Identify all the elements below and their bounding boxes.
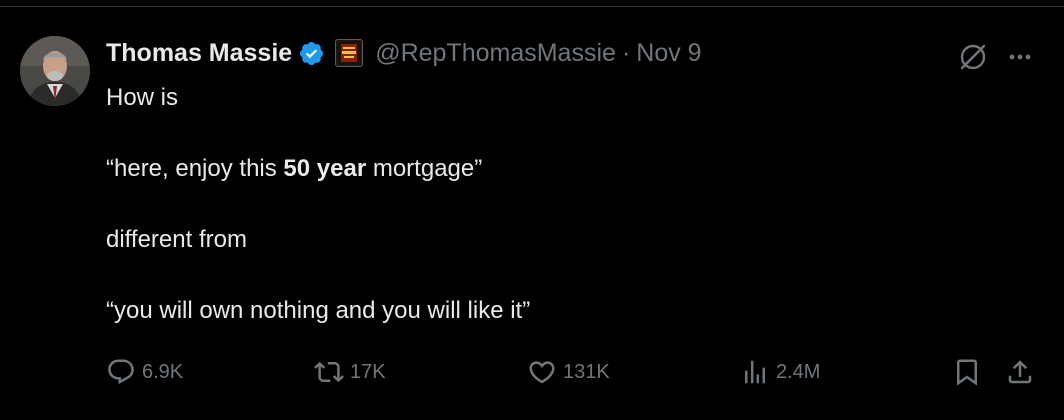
tweet-line-2-bold: 50 year (283, 155, 367, 182)
repost-icon (314, 361, 344, 383)
tweet[interactable]: Thomas Massie @RepThomasMassie · Nov 9 H… (0, 0, 1064, 420)
reply-count: 6.9K (142, 360, 184, 383)
bookmark-icon (957, 359, 977, 386)
like-count: 131K (563, 360, 610, 383)
heart-icon (529, 361, 555, 384)
reply-button[interactable]: 6.9K (106, 350, 183, 394)
bookmark-button[interactable] (952, 350, 988, 394)
affiliate-badge-icon[interactable] (335, 39, 364, 67)
reply-icon (108, 359, 134, 385)
tweet-text: How is “here, enjoy this 50 year mortgag… (106, 80, 1006, 364)
views-icon (745, 360, 765, 384)
more-icon[interactable] (1003, 40, 1037, 74)
share-icon (1008, 360, 1032, 384)
views-button[interactable]: 2.4M (740, 350, 820, 394)
tweet-date[interactable]: Nov 9 (636, 39, 701, 68)
avatar[interactable] (20, 36, 90, 106)
tweet-line-2-prefix: “here, enjoy this (106, 155, 284, 182)
tweet-line-2-suffix: mortgage” (366, 155, 483, 182)
tweet-header: Thomas Massie @RepThomasMassie · Nov 9 (106, 34, 702, 72)
share-button[interactable] (1005, 350, 1041, 394)
handle[interactable]: @RepThomasMassie (375, 39, 616, 68)
tweet-line-4: “you will own nothing and you will like … (106, 297, 531, 324)
tweet-line-3: different from (106, 226, 247, 253)
like-button[interactable]: 131K (527, 350, 610, 394)
repost-count: 17K (350, 360, 386, 383)
separator-dot: · (621, 38, 631, 67)
repost-button[interactable]: 17K (314, 350, 386, 394)
tweet-line-1: How is (106, 84, 179, 111)
display-name[interactable]: Thomas Massie (106, 39, 292, 68)
grok-icon[interactable] (956, 40, 990, 74)
verified-badge-icon[interactable] (298, 40, 325, 67)
views-count: 2.4M (776, 360, 821, 383)
tweet-line-2: “here, enjoy this 50 year mortgage” (106, 151, 1006, 187)
action-bar: 6.9K 17K 131K 2.4M (0, 350, 1064, 394)
